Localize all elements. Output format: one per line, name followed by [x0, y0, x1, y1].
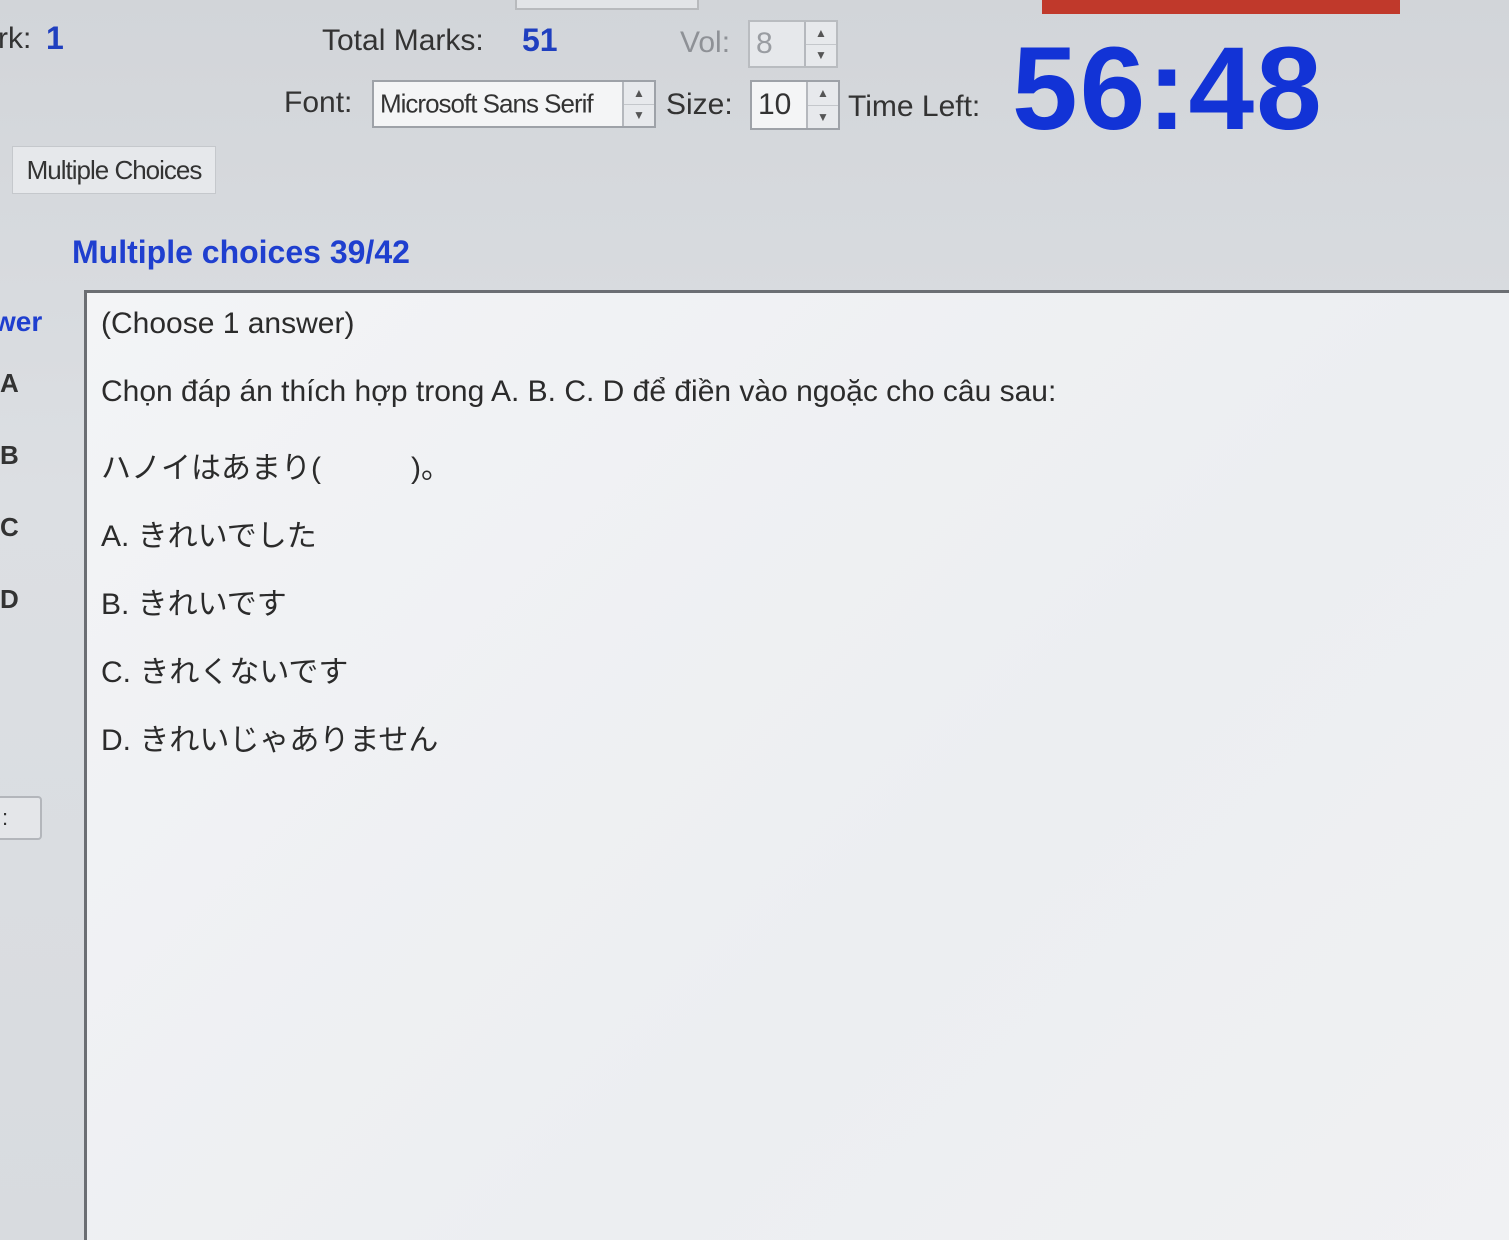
question-panel: (Choose 1 answer) Chọn đáp án thích hợp …: [84, 290, 1509, 1240]
answer-sidebar-header: wer: [0, 306, 43, 337]
volume-stepper[interactable]: 8 ▲ ▼: [748, 20, 838, 68]
option-b: B. きれいです: [101, 588, 287, 621]
chevron-down-icon[interactable]: ▼: [624, 103, 654, 127]
answer-option-b[interactable]: B: [0, 440, 19, 471]
chevron-down-icon[interactable]: ▼: [808, 104, 838, 129]
option-c: C. きれくないです: [101, 656, 349, 689]
font-label: Font:: [284, 86, 353, 119]
top-frame-edge: [515, 0, 699, 10]
total-marks-value: 51: [522, 22, 558, 58]
size-stepper[interactable]: 10 ▲ ▼: [750, 80, 840, 130]
countdown-timer: 56:48: [1012, 23, 1324, 155]
size-label: Size:: [666, 88, 733, 121]
mark-value: 1: [46, 20, 64, 56]
tab-multiple-choices[interactable]: Multiple Choices: [12, 146, 216, 194]
volume-value: 8: [756, 27, 773, 60]
total-marks-label: Total Marks:: [322, 24, 484, 57]
question-sentence: ハノイはあまり( )。: [101, 452, 451, 485]
chevron-down-icon[interactable]: ▼: [806, 43, 836, 67]
font-selector[interactable]: Microsoft Sans Serif ▲ ▼: [372, 80, 656, 128]
question-instruction: (Choose 1 answer): [101, 307, 355, 340]
question-prompt: Chọn đáp án thích hợp trong A. B. C. D đ…: [101, 375, 1057, 408]
size-value: 10: [758, 88, 792, 121]
chevron-up-icon[interactable]: ▲: [624, 82, 654, 104]
answer-option-c[interactable]: C: [0, 512, 19, 543]
answer-sidebar: [0, 290, 80, 1240]
section-title: Multiple choices 39/42: [72, 234, 410, 270]
answer-option-d[interactable]: D: [0, 584, 19, 615]
font-value: Microsoft Sans Serif: [380, 88, 594, 119]
vol-label: Vol:: [680, 26, 731, 59]
progress-red-bar: [1042, 0, 1400, 14]
answer-option-a[interactable]: A: [0, 368, 19, 399]
mark-label: rk:: [0, 22, 32, 55]
chevron-up-icon[interactable]: ▲: [806, 22, 836, 44]
chevron-up-icon[interactable]: ▲: [808, 82, 838, 105]
sidebar-button[interactable]: :: [0, 796, 42, 840]
option-a: A. きれいでした: [101, 520, 317, 553]
exam-window: rk: 1 Total Marks: 51 Vol: 8 ▲ ▼ Font: M…: [0, 0, 1509, 1240]
option-d: D. きれいじゃありません: [101, 724, 439, 757]
time-left-label: Time Left:: [848, 90, 981, 123]
